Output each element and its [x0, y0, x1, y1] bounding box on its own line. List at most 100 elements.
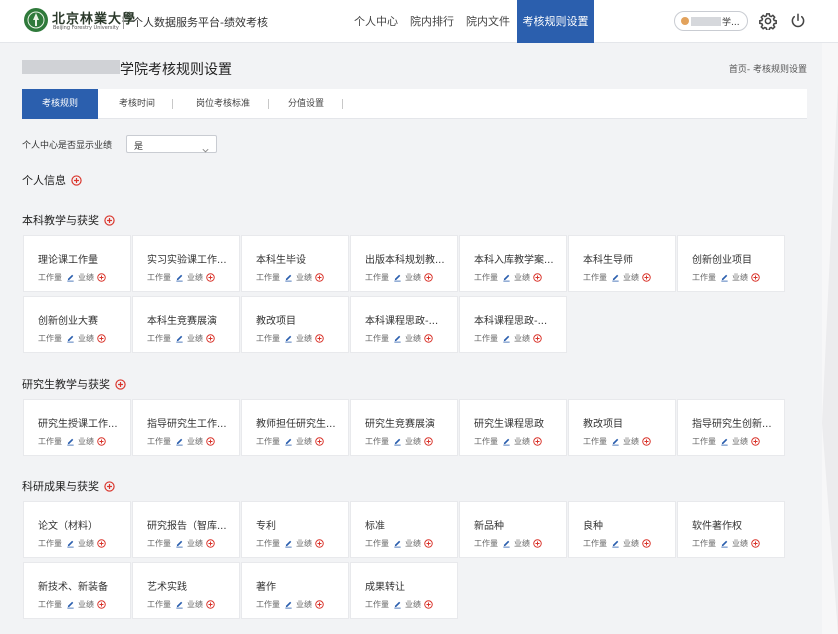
rule-card[interactable]: 新技术、新装备 工作量 业绩: [23, 562, 131, 619]
add-circle-icon[interactable]: [424, 437, 433, 446]
edit-pencil-icon[interactable]: [284, 437, 293, 446]
rule-card[interactable]: 软件著作权 工作量 业绩: [677, 501, 785, 558]
edit-pencil-icon[interactable]: [66, 273, 75, 282]
edit-pencil-icon[interactable]: [611, 539, 620, 548]
edit-pencil-icon[interactable]: [175, 334, 184, 343]
nav-rule-settings[interactable]: 考核规则设置: [517, 0, 594, 43]
edit-pencil-icon[interactable]: [393, 273, 402, 282]
add-circle-icon[interactable]: [533, 273, 542, 282]
show-performance-select[interactable]: 是: [126, 135, 217, 153]
tab-position-standards[interactable]: 岗位考核标准: [180, 89, 266, 119]
add-circle-icon[interactable]: [104, 214, 115, 226]
add-circle-icon[interactable]: [206, 437, 215, 446]
edit-pencil-icon[interactable]: [66, 539, 75, 548]
add-circle-icon[interactable]: [642, 539, 651, 548]
rule-card[interactable]: 教改项目 工作量 业绩: [241, 296, 349, 353]
add-circle-icon[interactable]: [751, 273, 760, 282]
rule-card[interactable]: 创新创业项目 工作量 业绩: [677, 235, 785, 292]
edit-pencil-icon[interactable]: [502, 437, 511, 446]
add-circle-icon[interactable]: [315, 334, 324, 343]
rule-card[interactable]: 本科课程思政-... 工作量 业绩: [350, 296, 458, 353]
rule-card[interactable]: 研究生课程思政 工作量 业绩: [459, 399, 567, 456]
rule-card[interactable]: 本科生导师 工作量 业绩: [568, 235, 676, 292]
add-circle-icon[interactable]: [751, 539, 760, 548]
rule-card[interactable]: 指导研究生工作... 工作量 业绩: [132, 399, 240, 456]
edit-pencil-icon[interactable]: [284, 600, 293, 609]
edit-pencil-icon[interactable]: [611, 273, 620, 282]
rule-card[interactable]: 标准 工作量 业绩: [350, 501, 458, 558]
edit-pencil-icon[interactable]: [175, 600, 184, 609]
edit-pencil-icon[interactable]: [284, 334, 293, 343]
add-circle-icon[interactable]: [533, 437, 542, 446]
edit-pencil-icon[interactable]: [611, 437, 620, 446]
add-circle-icon[interactable]: [97, 600, 106, 609]
rule-card[interactable]: 论文（材料） 工作量 业绩: [23, 501, 131, 558]
add-circle-icon[interactable]: [424, 273, 433, 282]
edit-pencil-icon[interactable]: [720, 539, 729, 548]
edit-pencil-icon[interactable]: [175, 437, 184, 446]
rule-card[interactable]: 成果转让 工作量 业绩: [350, 562, 458, 619]
add-circle-icon[interactable]: [424, 334, 433, 343]
add-circle-icon[interactable]: [97, 334, 106, 343]
edit-pencil-icon[interactable]: [66, 334, 75, 343]
add-circle-icon[interactable]: [424, 539, 433, 548]
edit-pencil-icon[interactable]: [502, 334, 511, 343]
edit-pencil-icon[interactable]: [393, 539, 402, 548]
rule-card[interactable]: 著作 工作量 业绩: [241, 562, 349, 619]
user-menu[interactable]: 学...: [674, 11, 748, 31]
rule-card[interactable]: 本科生竞赛展演 工作量 业绩: [132, 296, 240, 353]
rule-card[interactable]: 本科课程思政-... 工作量 业绩: [459, 296, 567, 353]
rule-card[interactable]: 实习实验课工作... 工作量 业绩: [132, 235, 240, 292]
rule-card[interactable]: 理论课工作量 工作量 业绩: [23, 235, 131, 292]
edit-pencil-icon[interactable]: [175, 273, 184, 282]
nav-college-files[interactable]: 院内文件: [461, 0, 515, 43]
nav-personal-center[interactable]: 个人中心: [349, 0, 403, 43]
edit-pencil-icon[interactable]: [284, 273, 293, 282]
add-circle-icon[interactable]: [97, 539, 106, 548]
add-circle-icon[interactable]: [642, 273, 651, 282]
edit-pencil-icon[interactable]: [502, 273, 511, 282]
add-circle-icon[interactable]: [206, 273, 215, 282]
add-circle-icon[interactable]: [97, 273, 106, 282]
rule-card[interactable]: 出版本科规划教... 工作量 业绩: [350, 235, 458, 292]
add-circle-icon[interactable]: [424, 600, 433, 609]
rule-card[interactable]: 研究报告（智库... 工作量 业绩: [132, 501, 240, 558]
rule-card[interactable]: 本科生毕设 工作量 业绩: [241, 235, 349, 292]
power-logout-icon[interactable]: [789, 12, 807, 30]
rule-card[interactable]: 指导研究生创新... 工作量 业绩: [677, 399, 785, 456]
rule-card[interactable]: 新品种 工作量 业绩: [459, 501, 567, 558]
add-circle-icon[interactable]: [97, 437, 106, 446]
tab-assessment-rules[interactable]: 考核规则: [22, 89, 98, 119]
add-circle-icon[interactable]: [315, 437, 324, 446]
edit-pencil-icon[interactable]: [720, 273, 729, 282]
tab-score-settings[interactable]: 分值设置: [276, 89, 336, 119]
add-circle-icon[interactable]: [751, 437, 760, 446]
add-circle-icon[interactable]: [533, 334, 542, 343]
nav-college-ranking[interactable]: 院内排行: [405, 0, 459, 43]
edit-pencil-icon[interactable]: [393, 437, 402, 446]
add-circle-icon[interactable]: [315, 539, 324, 548]
add-circle-icon[interactable]: [206, 334, 215, 343]
edit-pencil-icon[interactable]: [66, 437, 75, 446]
rule-card[interactable]: 创新创业大赛 工作量 业绩: [23, 296, 131, 353]
add-circle-icon[interactable]: [315, 600, 324, 609]
add-circle-icon[interactable]: [104, 480, 115, 492]
breadcrumb[interactable]: 首页- 考核规则设置: [729, 62, 807, 75]
rule-card[interactable]: 良种 工作量 业绩: [568, 501, 676, 558]
edit-pencil-icon[interactable]: [393, 600, 402, 609]
edit-pencil-icon[interactable]: [66, 600, 75, 609]
settings-gear-icon[interactable]: [759, 12, 777, 31]
rule-card[interactable]: 研究生竞赛展演 工作量 业绩: [350, 399, 458, 456]
edit-pencil-icon[interactable]: [720, 437, 729, 446]
tab-assessment-time[interactable]: 考核时间: [104, 89, 170, 119]
add-circle-icon[interactable]: [533, 539, 542, 548]
add-circle-icon[interactable]: [315, 273, 324, 282]
rule-card[interactable]: 专利 工作量 业绩: [241, 501, 349, 558]
edit-pencil-icon[interactable]: [393, 334, 402, 343]
edit-pencil-icon[interactable]: [175, 539, 184, 548]
edit-pencil-icon[interactable]: [502, 539, 511, 548]
rule-card[interactable]: 艺术实践 工作量 业绩: [132, 562, 240, 619]
rule-card[interactable]: 研究生授课工作... 工作量 业绩: [23, 399, 131, 456]
rule-card[interactable]: 本科入库教学案... 工作量 业绩: [459, 235, 567, 292]
add-circle-icon[interactable]: [206, 539, 215, 548]
